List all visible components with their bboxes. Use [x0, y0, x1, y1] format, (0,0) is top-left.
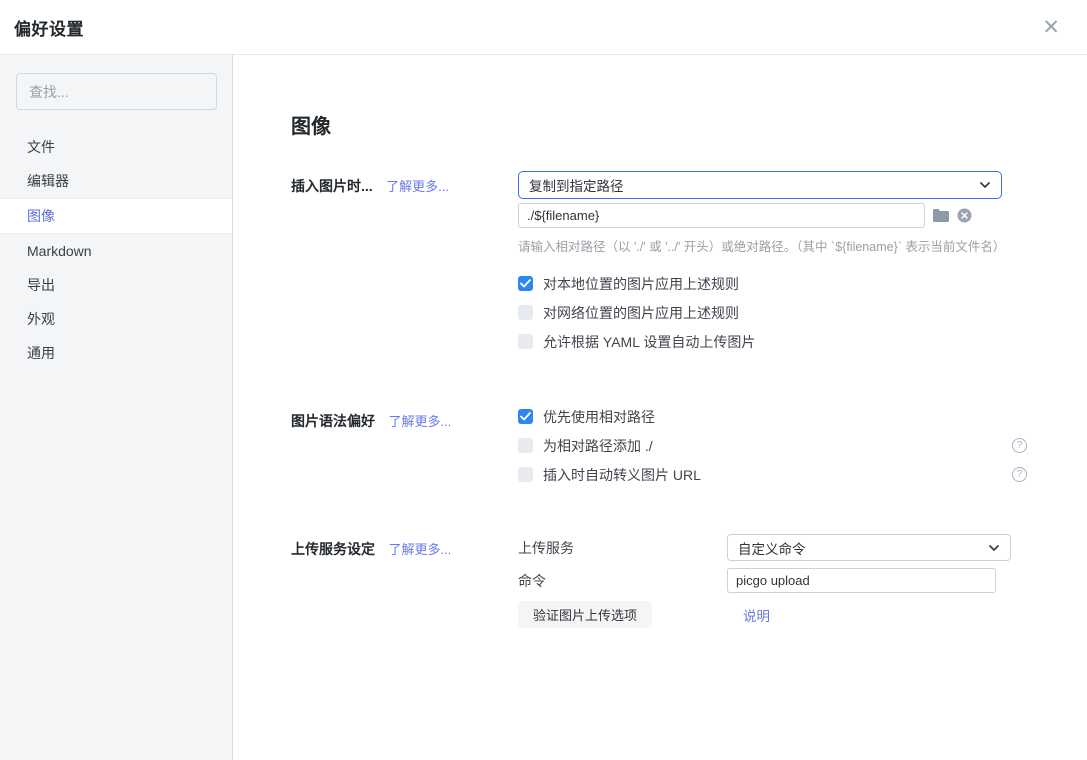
checkbox-apply-web[interactable] [518, 305, 533, 320]
upload-service-row: 上传服务 自定义命令 [518, 534, 1087, 561]
help-icon[interactable]: ? [1012, 467, 1027, 482]
search-input[interactable] [16, 73, 217, 110]
checkbox-label: 插入时自动转义图片 URL [543, 465, 701, 485]
sidebar-item-image[interactable]: 图像 [0, 198, 232, 234]
checkbox-label: 为相对路径添加 ./ [543, 436, 653, 456]
checkbox-label: 对网络位置的图片应用上述规则 [543, 303, 739, 323]
command-input[interactable] [727, 568, 996, 593]
insert-action-select[interactable]: 复制到指定路径 [518, 171, 1002, 199]
upload-service-selected-value: 自定义命令 [738, 538, 806, 558]
insert-image-section: 插入图片时... 了解更多... 复制到指定路径 [291, 171, 1087, 362]
upload-help-link[interactable]: 说明 [743, 605, 770, 625]
checkbox-row-prefer-relative: 优先使用相对路径 [518, 408, 1038, 425]
upload-service-section: 上传服务设定 了解更多... 上传服务 自定义命令 命令 [291, 534, 1087, 628]
upload-service-select[interactable]: 自定义命令 [727, 534, 1011, 561]
checkbox-label: 优先使用相对路径 [543, 407, 655, 427]
command-field-label: 命令 [518, 571, 727, 591]
preferences-dialog: 偏好设置 ✕ 文件 编辑器 图像 Markdown 导出 外观 通用 图像 插入… [0, 0, 1087, 760]
help-icon[interactable]: ? [1012, 438, 1027, 453]
sidebar-nav: 文件 编辑器 图像 Markdown 导出 外观 通用 [0, 130, 232, 370]
validate-row: 验证图片上传选项 说明 [518, 601, 1087, 628]
image-syntax-label: 图片语法偏好 [291, 413, 375, 429]
copy-path-input[interactable] [518, 203, 925, 228]
checkbox-apply-local[interactable] [518, 276, 533, 291]
checkbox-label: 对本地位置的图片应用上述规则 [543, 274, 739, 294]
dialog-header: 偏好设置 ✕ [0, 0, 1087, 55]
insert-image-label: 插入图片时... [291, 178, 373, 194]
sidebar-item-file[interactable]: 文件 [0, 130, 232, 164]
folder-icon[interactable] [933, 209, 949, 222]
dialog-title: 偏好设置 [14, 15, 84, 40]
close-icon[interactable]: ✕ [1042, 17, 1060, 38]
sidebar: 文件 编辑器 图像 Markdown 导出 外观 通用 [0, 55, 233, 760]
validate-upload-button[interactable]: 验证图片上传选项 [518, 601, 652, 628]
upload-service-label: 上传服务设定 [291, 541, 375, 557]
checkbox-escape-url[interactable] [518, 467, 533, 482]
page-title: 图像 [291, 113, 1087, 141]
checkbox-row-yaml-upload: 允许根据 YAML 设置自动上传图片 [518, 333, 1038, 350]
settings-pane: 图像 插入图片时... 了解更多... 复制到指定路径 [233, 55, 1087, 760]
command-row: 命令 [518, 568, 1087, 593]
checkbox-row-escape-url: 插入时自动转义图片 URL ? [518, 466, 1038, 483]
checkbox-add-dot-slash[interactable] [518, 438, 533, 453]
service-field-label: 上传服务 [518, 538, 727, 558]
sidebar-item-export[interactable]: 导出 [0, 268, 232, 302]
chevron-down-icon [988, 542, 1000, 554]
syntax-learn-more-link[interactable]: 了解更多... [388, 414, 451, 429]
checkbox-row-apply-local: 对本地位置的图片应用上述规则 [518, 275, 1038, 292]
checkbox-yaml-upload[interactable] [518, 334, 533, 349]
chevron-down-icon [979, 179, 991, 191]
checkbox-row-apply-web: 对网络位置的图片应用上述规则 [518, 304, 1038, 321]
image-syntax-section: 图片语法偏好 了解更多... 优先使用相对路径 为相对路径添加 [291, 406, 1087, 495]
sidebar-item-appearance[interactable]: 外观 [0, 302, 232, 336]
insert-action-selected-value: 复制到指定路径 [529, 175, 624, 195]
sidebar-item-general[interactable]: 通用 [0, 336, 232, 370]
sidebar-item-editor[interactable]: 编辑器 [0, 164, 232, 198]
checkbox-prefer-relative[interactable] [518, 409, 533, 424]
path-hint-text: 请输入相对路径（以 './' 或 '../' 开头）或绝对路径。（其中 `${f… [518, 236, 1087, 255]
checkbox-label: 允许根据 YAML 设置自动上传图片 [543, 332, 755, 352]
checkbox-row-add-dot-slash: 为相对路径添加 ./ ? [518, 437, 1038, 454]
insert-learn-more-link[interactable]: 了解更多... [386, 179, 449, 194]
clear-path-icon[interactable] [957, 208, 972, 223]
upload-learn-more-link[interactable]: 了解更多... [388, 542, 451, 557]
sidebar-item-markdown[interactable]: Markdown [0, 234, 232, 268]
